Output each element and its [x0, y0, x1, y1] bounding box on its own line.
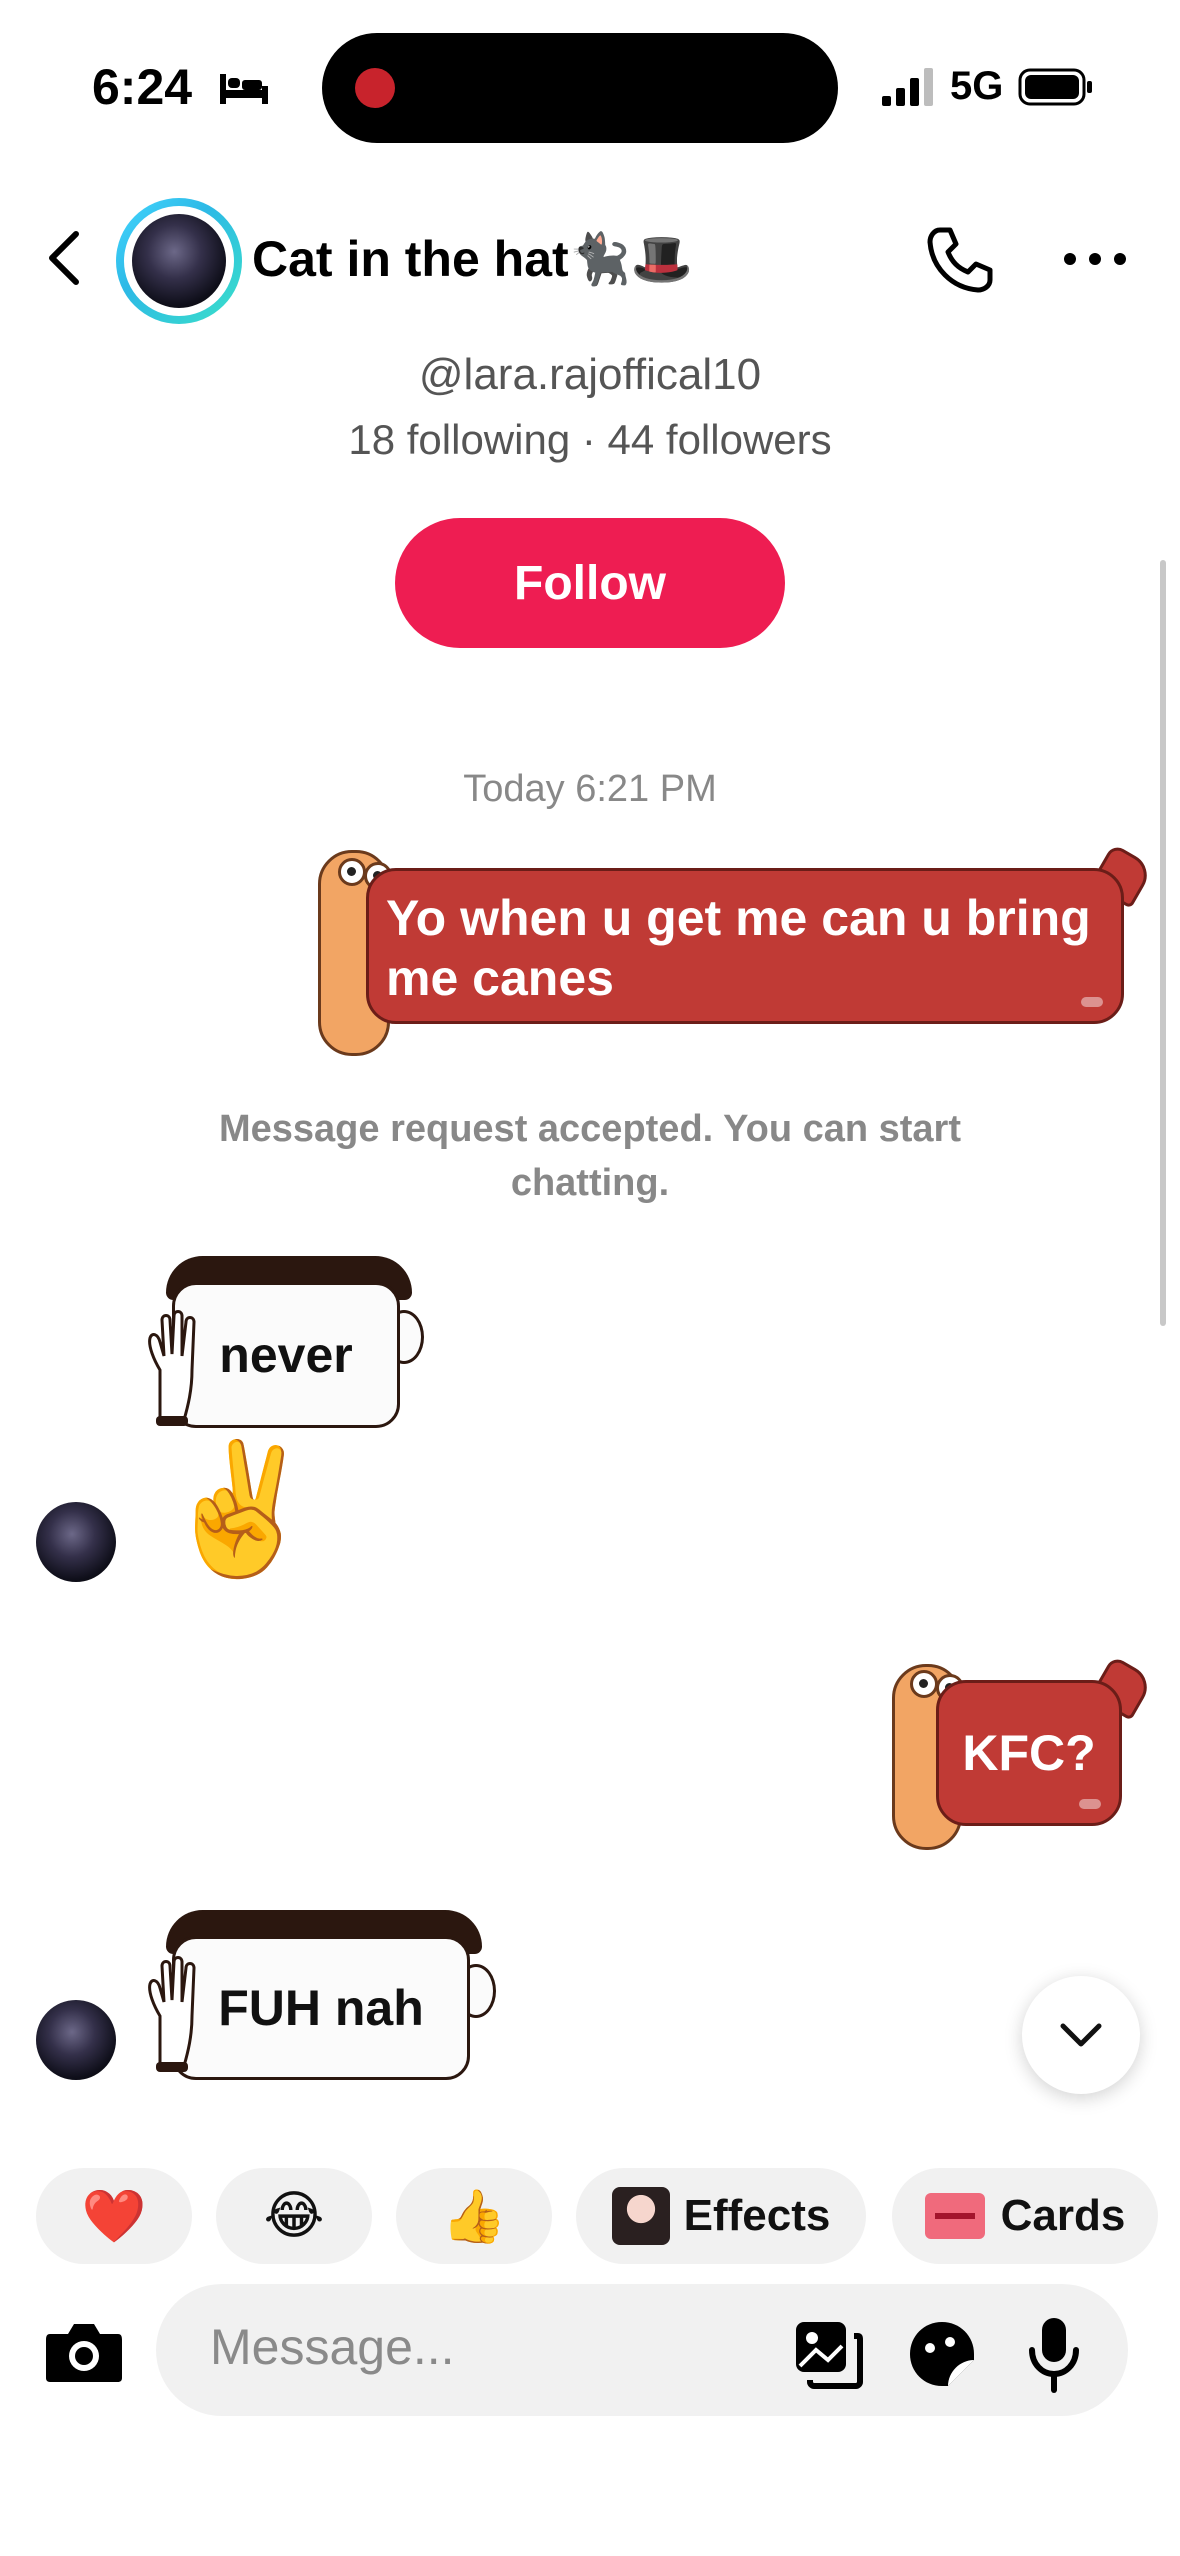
follow-button[interactable]: Follow	[395, 518, 785, 648]
dynamic-island	[322, 33, 838, 143]
dog-eye	[910, 1670, 938, 1698]
chevron-down-icon	[1060, 2023, 1102, 2047]
cards-button[interactable]: Cards	[892, 2168, 1158, 2264]
reaction-laugh[interactable]: 😂	[216, 2168, 372, 2264]
sent-bubble: KFC?	[936, 1680, 1122, 1826]
chat-title[interactable]: Cat in the hat🐈‍⬛🎩	[252, 230, 693, 289]
system-message: Message request accepted. You can start …	[218, 1108, 961, 1204]
profile-stats: 18 following · 44 followers	[348, 416, 832, 463]
reaction-thumbs-up[interactable]: 👍	[396, 2168, 552, 2264]
effects-label: Effects	[683, 2191, 831, 2240]
message-text: never	[219, 1327, 353, 1383]
dog-eye	[338, 858, 366, 886]
sticker-icon[interactable]	[906, 2318, 978, 2390]
avatar[interactable]	[132, 214, 226, 308]
microphone-icon[interactable]	[1024, 2314, 1084, 2394]
hand-icon	[148, 1310, 196, 1426]
effects-button[interactable]: Effects	[576, 2168, 866, 2264]
signal-icon	[882, 68, 933, 106]
cards-label: Cards	[1000, 2191, 1126, 2240]
battery-icon	[1018, 68, 1092, 106]
scrollbar[interactable]	[1160, 560, 1166, 1326]
laugh-emoji: 😂	[263, 2187, 325, 2245]
back-icon[interactable]	[40, 226, 90, 290]
chat-timestamp: Today 6:21 PM	[463, 768, 717, 810]
profile-handle: @lara.rajoffical10	[418, 350, 762, 399]
received-bubble: FUH nah	[172, 1936, 470, 2080]
message-placeholder: Message...	[210, 2319, 455, 2375]
thumbs-up-emoji: 👍	[441, 2187, 507, 2246]
bubble-shine	[1079, 1799, 1101, 1809]
message-text: FUH nah	[218, 1980, 424, 2036]
heart-emoji: ❤️	[81, 2187, 147, 2246]
cards-thumbnail	[924, 2193, 985, 2239]
sleep-focus-icon	[220, 74, 268, 104]
network-type: 5G	[950, 64, 1004, 108]
gallery-icon[interactable]	[792, 2318, 864, 2390]
received-bubble: never	[172, 1282, 400, 1428]
reaction-heart[interactable]: ❤️	[36, 2168, 192, 2264]
phone-icon[interactable]	[924, 224, 996, 296]
status-time: 6:24	[92, 59, 193, 115]
emoji-message[interactable]: ✌️	[160, 1440, 319, 1580]
recording-indicator	[355, 68, 395, 108]
message-text: Yo when u get me can u bring me canes	[386, 890, 1091, 1006]
message-text: KFC?	[962, 1725, 1096, 1781]
effects-thumbnail	[611, 2187, 670, 2245]
more-options-icon[interactable]	[1060, 244, 1130, 274]
camera-icon[interactable]	[44, 2316, 124, 2386]
sender-avatar[interactable]	[36, 1502, 116, 1582]
hand-icon	[148, 1956, 196, 2072]
sender-avatar[interactable]	[36, 2000, 116, 2080]
scroll-to-bottom-button[interactable]	[1022, 1976, 1140, 2094]
